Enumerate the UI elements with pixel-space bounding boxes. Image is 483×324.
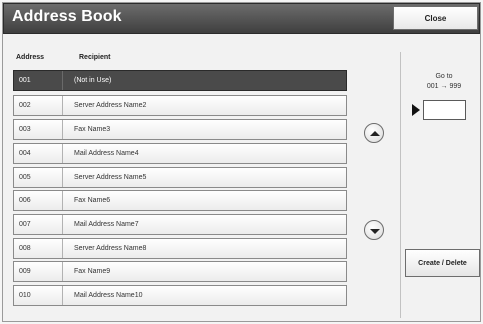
close-button[interactable]: Close [393,6,478,30]
address-cell: 004 [19,150,31,157]
address-cell: 007 [19,221,31,228]
scroll-up-icon [370,131,380,136]
address-cell: 002 [19,102,31,109]
address-cell: 008 [19,245,31,252]
recipient-cell: Server Address Name2 [74,102,147,109]
column-header-recipient: Recipient [79,54,111,61]
address-cell: 010 [19,292,31,299]
column-divider [62,144,63,163]
recipient-cell: Fax Name3 [74,126,111,133]
recipient-cell: Server Address Name8 [74,245,147,252]
column-divider [62,215,63,234]
recipient-cell: Mail Address Name4 [74,150,139,157]
create-delete-button[interactable]: Create / Delete [405,249,480,277]
recipient-cell: Fax Name9 [74,268,111,275]
goto-label-line1: Go to [435,73,453,80]
goto-label: Go to 001 → 999 [414,72,474,92]
scroll-down-icon [370,229,380,234]
table-row[interactable]: 009 Fax Name9 [13,261,347,282]
table-row[interactable]: 001 (Not in Use) [13,70,347,91]
triangle-pointer-icon [412,104,420,116]
page-title: Address Book [12,8,122,25]
goto-label-range: 001 → 999 [426,83,462,90]
column-divider [62,96,63,115]
scroll-down-button[interactable] [364,220,384,240]
table-row[interactable]: 008 Server Address Name8 [13,238,347,259]
goto-input[interactable] [423,100,466,120]
recipient-cell: (Not in Use) [74,77,112,84]
table-row[interactable]: 007 Mail Address Name7 [13,214,347,235]
column-divider [62,286,63,305]
table-row[interactable]: 003 Fax Name3 [13,119,347,140]
column-divider [62,262,63,281]
recipient-cell: Fax Name6 [74,197,111,204]
recipient-cell: Mail Address Name7 [74,221,139,228]
table-row[interactable]: 006 Fax Name6 [13,190,347,211]
table-row[interactable]: 004 Mail Address Name4 [13,143,347,164]
address-cell: 006 [19,197,31,204]
table-row[interactable]: 002 Server Address Name2 [13,95,347,116]
panel-divider [400,52,401,318]
column-divider [62,71,63,90]
recipient-cell: Mail Address Name10 [74,292,143,299]
column-divider [62,191,63,210]
column-divider [62,120,63,139]
address-cell: 005 [19,174,31,181]
address-cell: 009 [19,268,31,275]
column-header-address: Address [16,54,45,61]
table-row[interactable]: 010 Mail Address Name10 [13,285,347,306]
scroll-up-button[interactable] [364,123,384,143]
address-cell: 003 [19,126,31,133]
column-divider [62,168,63,187]
column-divider [62,239,63,258]
address-cell: 001 [19,77,31,84]
table-row[interactable]: 005 Server Address Name5 [13,167,347,188]
recipient-cell: Server Address Name5 [74,174,147,181]
